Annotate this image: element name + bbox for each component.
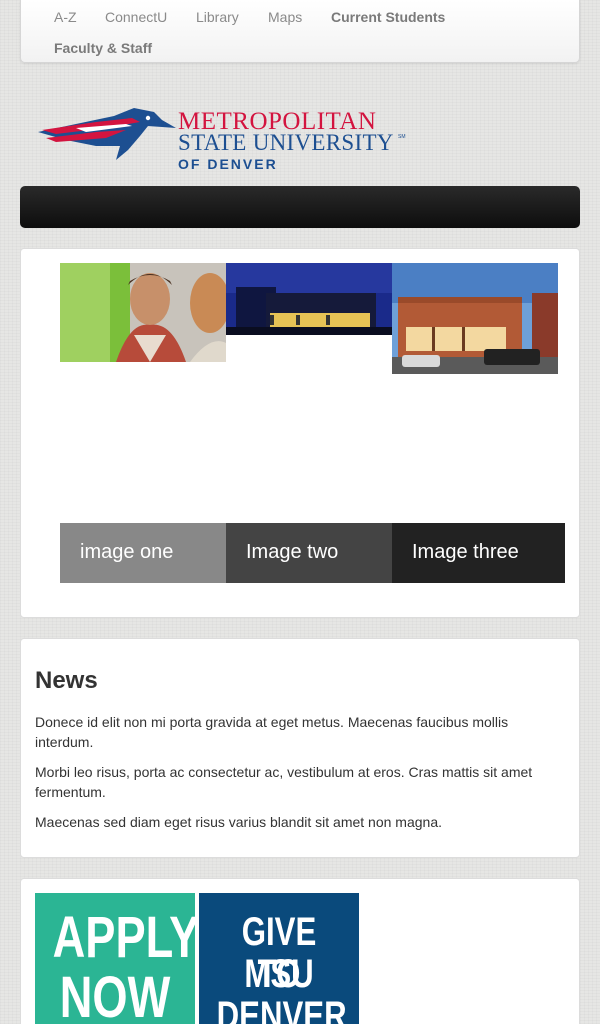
logo-service-mark: SM: [398, 134, 406, 140]
give-line-2: MSU: [244, 952, 314, 996]
news-paragraph: Donece id elit non mi porta gravida at e…: [35, 714, 509, 750]
nav-faculty-staff[interactable]: Faculty & Staff: [54, 40, 152, 56]
slide-caption-3[interactable]: Image three: [392, 523, 565, 583]
slide-image-students[interactable]: [60, 263, 226, 362]
nav-connectu[interactable]: ConnectU: [105, 9, 167, 25]
nav-current-students[interactable]: Current Students: [331, 9, 445, 25]
news-paragraph: Morbi leo risus, porta ac consectetur ac…: [35, 764, 533, 800]
nav-a-z[interactable]: A-Z: [54, 9, 77, 25]
top-nav: A-Z ConnectU Library Maps Current Studen…: [20, 0, 580, 63]
logo-line-2: STATE UNIVERSITY: [178, 130, 394, 155]
logo-line-3: OF DENVER: [178, 156, 278, 172]
apply-line-1: APPLY: [52, 905, 195, 970]
nav-maps[interactable]: Maps: [268, 9, 302, 25]
apply-now-button[interactable]: APPLY NOW: [35, 893, 195, 1024]
nav-library[interactable]: Library: [196, 9, 239, 25]
slide-image-building-night[interactable]: [226, 263, 392, 335]
image-slider: image one Image two Image three: [20, 248, 580, 618]
slide-image-center-visual-art[interactable]: [392, 263, 558, 374]
apply-line-2: NOW: [59, 965, 171, 1024]
give-to-msu-denver-button[interactable]: GIVE TO MSU DENVER: [199, 893, 359, 1024]
give-line-3: DENVER: [216, 994, 347, 1024]
news-panel: News Donece id elit non mi porta gravida…: [20, 638, 580, 858]
slide-caption-2[interactable]: Image two: [226, 523, 392, 583]
roadrunner-logo-icon: [38, 108, 176, 160]
news-paragraph: Maecenas sed diam eget risus varius blan…: [35, 814, 442, 830]
main-menu-bar[interactable]: [20, 186, 580, 228]
university-logo[interactable]: METROPOLITAN STATE UNIVERSITY SM OF DENV…: [36, 100, 416, 176]
news-heading: News: [35, 667, 98, 694]
promo-panel: APPLY NOW GIVE TO MSU DENVER: [20, 878, 580, 1024]
slide-caption-1[interactable]: image one: [60, 523, 226, 583]
